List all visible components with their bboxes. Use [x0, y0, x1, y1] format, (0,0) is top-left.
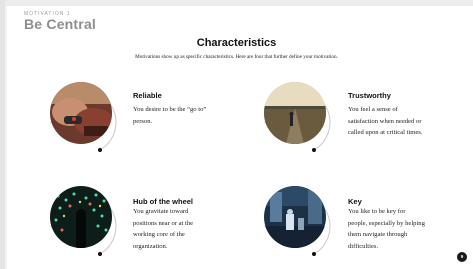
characteristic-card-trustworthy: Trustworthy You feel a sense of satisfac…: [252, 70, 467, 160]
card-line: You gravitate toward: [133, 208, 189, 215]
card-line: called upon at critical times.: [348, 129, 423, 136]
card-description: You like to be key for people, especiall…: [348, 206, 466, 252]
ring-dot: [98, 148, 102, 152]
card-title: Reliable: [133, 91, 162, 100]
card-line: working core of the: [133, 231, 185, 238]
characteristic-card-key: Key You like to be key for people, espec…: [252, 174, 467, 264]
photo-key-image: [264, 186, 326, 248]
card-line: positions near or at the: [133, 219, 194, 227]
characteristic-card-hub-of-the-wheel: Hub of the wheel You gravitate toward po…: [38, 174, 238, 264]
photo-trustworthy-image: [264, 82, 326, 144]
photo-reliable-image: [50, 82, 112, 144]
card-description: You feel a sense of satisfaction when ne…: [348, 104, 466, 139]
page-number-badge: 9: [457, 252, 467, 262]
card-line: You like to be key for: [348, 208, 406, 215]
card-line: You feel a sense of: [348, 106, 398, 113]
card-line: difficulties.: [348, 242, 379, 250]
ring-dot: [98, 252, 102, 256]
photo-hub-image: [50, 186, 112, 248]
card-description: You desire to be the “go to” person.: [133, 104, 243, 127]
section-title: Characteristics: [196, 37, 277, 49]
slide-title: Be Central: [24, 16, 97, 32]
card-line: satisfaction when needed or: [348, 117, 422, 125]
card-title: Hub of the wheel: [133, 197, 193, 206]
section-subtitle: Motivations show up as specific characte…: [135, 54, 338, 60]
card-line: You desire to be the “go to”: [133, 106, 207, 113]
characteristic-card-reliable: Reliable You desire to be the “go to” pe…: [38, 70, 238, 160]
card-title: Trustworthy: [348, 91, 391, 100]
card-line: person.: [133, 117, 153, 125]
card-line: organization.: [133, 242, 168, 250]
card-title: Key: [348, 197, 362, 206]
ring-dot: [312, 252, 316, 256]
card-line: people, especially by helping: [348, 219, 425, 227]
card-line: them navigate through: [348, 231, 408, 238]
ring-dot: [312, 148, 316, 152]
card-description: You gravitate toward positions near or a…: [133, 206, 243, 252]
